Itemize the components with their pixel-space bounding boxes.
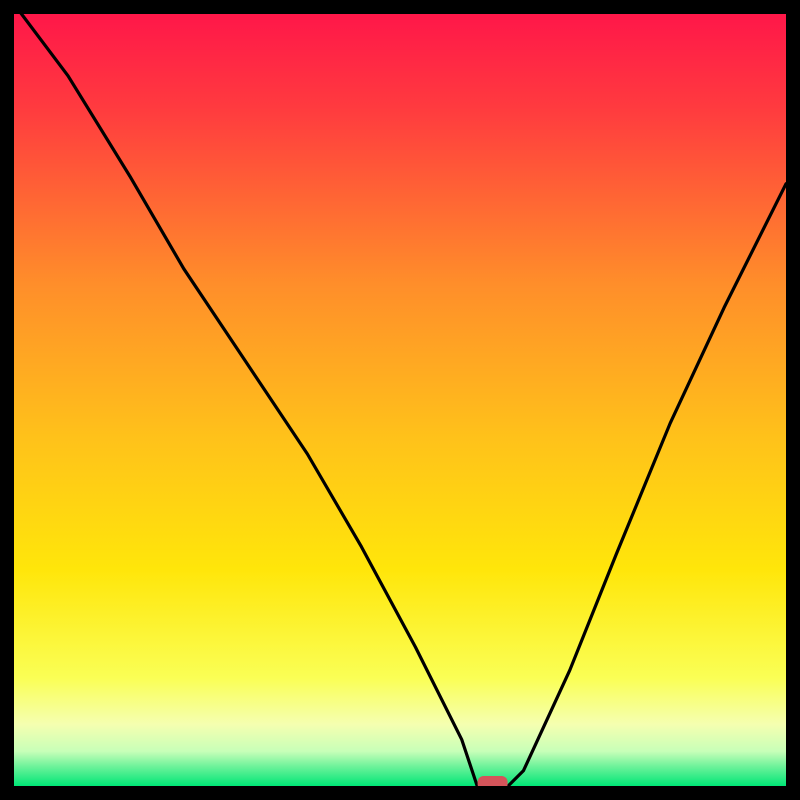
gradient-background bbox=[14, 14, 786, 786]
optimum-marker bbox=[478, 776, 508, 786]
chart-frame: TheBottleneck.com bbox=[0, 0, 800, 800]
bottleneck-chart bbox=[14, 14, 786, 786]
